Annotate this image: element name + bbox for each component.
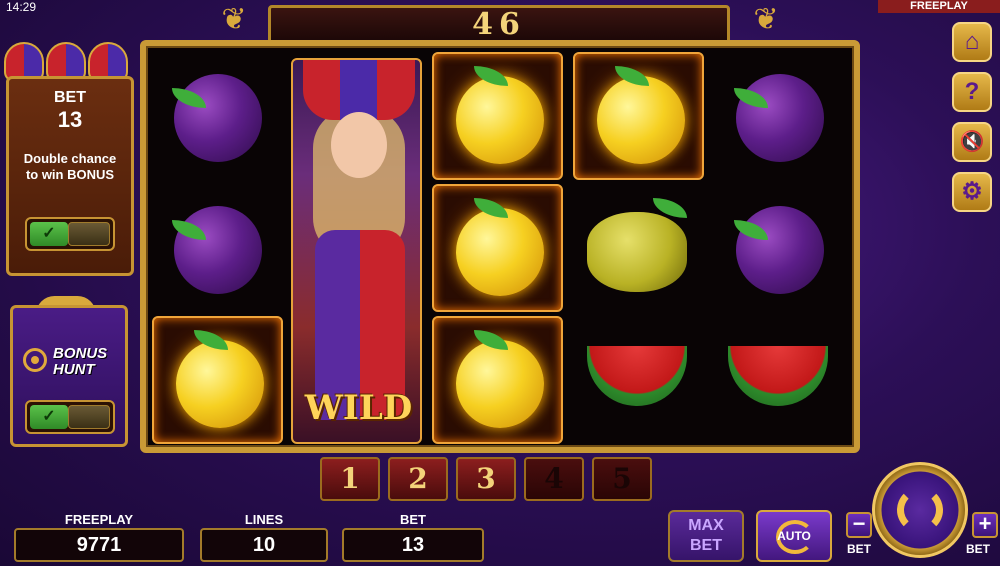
bet-increase-button[interactable]: + (972, 512, 998, 538)
reel-cell (714, 316, 845, 444)
line-button-5[interactable]: 5 (592, 457, 652, 501)
line-button-4[interactable]: 4 (524, 457, 584, 501)
reel-cell-highlighted (152, 316, 283, 444)
line-button-1[interactable]: 1 (320, 457, 380, 501)
bonus-hunt-panel: BONUS HUNT ✓ (10, 305, 128, 447)
max-bet-line1: MAX (688, 517, 724, 534)
check-icon: ✓ (30, 222, 68, 246)
reel-cell-highlighted (573, 52, 704, 180)
reel-cell (573, 316, 704, 444)
clock: 14:29 (6, 0, 37, 14)
jester-hat-icon (303, 60, 415, 120)
plum-icon (174, 74, 262, 162)
orange-icon (456, 76, 544, 164)
right-ornament-icon: ❦ (753, 3, 779, 36)
reel-cell (573, 184, 704, 312)
max-bet-line2: BET (690, 537, 722, 554)
bet-panel-value: 13 (57, 107, 83, 132)
reel-cell (152, 184, 283, 312)
bet-decrease-button[interactable]: − (846, 512, 872, 538)
bet-increase-label: BET (966, 542, 990, 556)
lines-value: 10 (200, 528, 328, 562)
orange-icon (597, 76, 685, 164)
reel-5 (712, 52, 847, 447)
wild-symbol: WILD (291, 58, 422, 444)
watermelon-icon (587, 346, 687, 406)
reel-2: WILD (289, 52, 424, 447)
wild-label: WILD (304, 388, 413, 428)
bet-label: BET (400, 512, 426, 527)
double-chance-line1: Double chance (23, 151, 117, 166)
reel-cell (714, 52, 845, 180)
sound-muted-icon[interactable]: 🔇 (952, 122, 992, 162)
bet-decrease-label: BET (847, 542, 871, 556)
orange-icon (456, 208, 544, 296)
spin-button[interactable] (872, 462, 968, 558)
double-chance-line2: to win BONUS (25, 167, 115, 182)
reel-1 (150, 52, 285, 447)
help-icon[interactable]: ? (952, 72, 992, 112)
reel-cell-highlighted (432, 184, 563, 312)
watermelon-icon (728, 346, 828, 406)
plum-icon (736, 206, 824, 294)
auto-play-button[interactable]: AUTO (756, 510, 832, 562)
toggle-knob (68, 222, 110, 246)
freeplay-label: FREEPLAY (64, 512, 134, 527)
check-icon: ✓ (30, 405, 68, 429)
line-button-3[interactable]: 3 (456, 457, 516, 501)
freeplay-mode-tag: FREEPLAY (878, 0, 1000, 13)
home-icon[interactable]: ⌂ (952, 22, 992, 62)
spin-arrows-icon (897, 487, 943, 533)
settings-gear-icon[interactable]: ⚙ (952, 172, 992, 212)
max-bet-button[interactable]: MAX BET (668, 510, 744, 562)
double-chance-panel: BET 13 Double chance to win BONUS ✓ (6, 76, 134, 276)
toggle-knob (68, 405, 110, 429)
reel-cell-highlighted (432, 316, 563, 444)
line-button-2[interactable]: 2 (388, 457, 448, 501)
win-display: 46 (268, 5, 730, 45)
orange-icon (456, 340, 544, 428)
plum-icon (736, 74, 824, 162)
left-ornament-icon: ❦ (221, 3, 247, 36)
bet-panel-title: BET (54, 89, 86, 106)
lines-label: LINES (244, 512, 284, 527)
target-icon (23, 348, 47, 372)
bonus-hunt-line2: HUNT (53, 361, 95, 378)
double-chance-toggle[interactable]: ✓ (25, 217, 115, 251)
plum-icon (174, 206, 262, 294)
reel-3 (430, 52, 565, 447)
reel-cell-highlighted (432, 52, 563, 180)
orange-icon (176, 340, 264, 428)
lines-selector: 1 2 3 4 5 (320, 457, 660, 503)
bet-value: 13 (342, 528, 484, 562)
double-chance-description: Double chance to win BONUS (9, 151, 131, 183)
auto-label: AUTO (777, 529, 811, 543)
bonus-hunt-line1: BONUS (53, 345, 108, 362)
reel-cell (714, 184, 845, 312)
jester-face-icon (331, 112, 387, 178)
reel-4 (571, 52, 706, 447)
bonus-hunt-title: BONUS HUNT (53, 346, 107, 378)
lemon-icon (587, 212, 687, 292)
bonus-hunt-toggle[interactable]: ✓ (25, 400, 115, 434)
freeplay-balance: 9771 (14, 528, 184, 562)
reel-frame: WILD (140, 40, 860, 453)
reel-cell (152, 52, 283, 180)
